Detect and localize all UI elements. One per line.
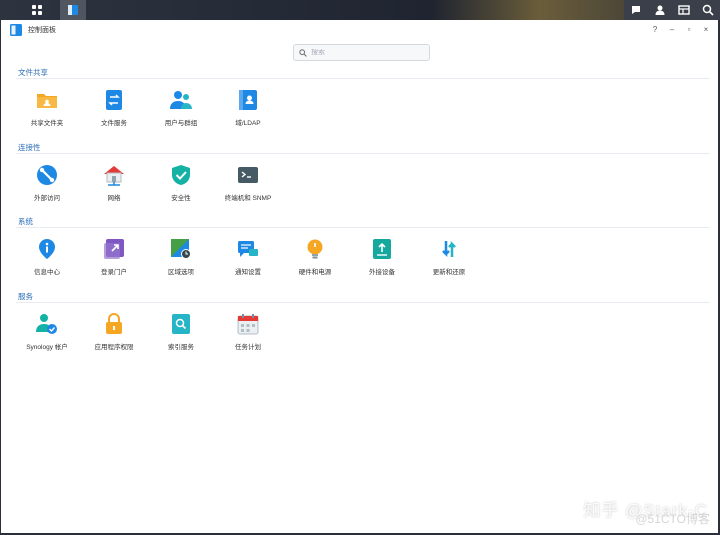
task-scheduler-icon bbox=[237, 313, 259, 335]
synology-account-icon bbox=[36, 313, 58, 335]
window-titlebar[interactable]: 控制面板 ? – ▫ × bbox=[1, 20, 718, 40]
section-title-system: 系统 bbox=[18, 217, 33, 226]
login-portal-icon bbox=[103, 238, 125, 260]
item-external-devices[interactable]: 外接设备 bbox=[350, 238, 414, 276]
item-shared-folder[interactable]: 共享文件夹 bbox=[15, 89, 79, 127]
item-terminal-snmp[interactable]: 终端机和 SNMP bbox=[216, 164, 280, 202]
item-label: 更新和还原 bbox=[432, 269, 466, 276]
indexing-service-icon bbox=[170, 313, 192, 335]
item-update-restore[interactable]: 更新和还原 bbox=[417, 238, 481, 276]
terminal-icon bbox=[237, 164, 259, 186]
item-domain-ldap[interactable]: 域/LDAP bbox=[216, 89, 280, 127]
window-title: 控制面板 bbox=[28, 27, 56, 34]
item-regional-options[interactable]: 区域选项 bbox=[149, 238, 213, 276]
item-login-portal[interactable]: 登录门户 bbox=[82, 238, 146, 276]
item-label: 安全性 bbox=[171, 195, 191, 202]
minimize-button[interactable]: – bbox=[668, 24, 676, 36]
item-label: 外部访问 bbox=[34, 195, 60, 202]
external-devices-icon bbox=[371, 238, 393, 260]
item-label: 外接设备 bbox=[369, 269, 395, 276]
regional-options-icon bbox=[170, 238, 192, 260]
item-label: 共享文件夹 bbox=[30, 120, 64, 127]
search-input[interactable] bbox=[311, 49, 421, 56]
update-restore-icon bbox=[438, 238, 460, 260]
domain-ldap-icon bbox=[237, 89, 259, 111]
item-label: 用户与群组 bbox=[164, 120, 198, 127]
item-synology-account[interactable]: Synology 帐户 bbox=[15, 313, 79, 351]
search-icon bbox=[299, 48, 307, 57]
item-indexing-service[interactable]: 索引服务 bbox=[149, 313, 213, 351]
notification-icon bbox=[237, 238, 259, 260]
chat-icon[interactable] bbox=[629, 3, 643, 17]
item-label: 通知设置 bbox=[235, 269, 261, 276]
user-group-icon bbox=[170, 89, 192, 111]
shared-folder-icon bbox=[36, 89, 58, 111]
item-label: 信息中心 bbox=[34, 269, 60, 276]
taskbar bbox=[0, 0, 720, 20]
item-label: 应用程序权限 bbox=[94, 344, 134, 351]
main-menu-button[interactable] bbox=[24, 0, 50, 20]
item-hardware-power[interactable]: 硬件和电源 bbox=[283, 238, 347, 276]
divider bbox=[16, 78, 710, 79]
item-label: 任务计划 bbox=[235, 344, 261, 351]
divider bbox=[16, 227, 710, 228]
restore-button[interactable]: ▫ bbox=[685, 24, 693, 36]
search-icon[interactable] bbox=[701, 3, 715, 17]
divider bbox=[16, 153, 710, 154]
file-services-icon bbox=[103, 89, 125, 111]
grid-icon bbox=[32, 5, 42, 15]
item-label: 登录门户 bbox=[101, 269, 127, 276]
item-file-services[interactable]: 文件服务 bbox=[82, 89, 146, 127]
help-button[interactable]: ? bbox=[651, 24, 659, 36]
item-external-access[interactable]: 外部访问 bbox=[15, 164, 79, 202]
item-label: Synology 帐户 bbox=[26, 344, 68, 351]
info-center-icon bbox=[36, 238, 58, 260]
search-box[interactable] bbox=[293, 44, 430, 61]
control-panel-icon bbox=[10, 24, 22, 36]
item-label: 硬件和电源 bbox=[298, 269, 332, 276]
section-title-services: 服务 bbox=[18, 292, 33, 301]
item-label: 文件服务 bbox=[101, 120, 127, 127]
item-notification[interactable]: 通知设置 bbox=[216, 238, 280, 276]
divider bbox=[16, 302, 710, 303]
taskbar-tray bbox=[624, 0, 720, 20]
item-label: 终端机和 SNMP bbox=[224, 195, 272, 202]
taskbar-control-panel-button[interactable] bbox=[60, 0, 86, 20]
watermark-sub: @51CTO博客 bbox=[635, 512, 710, 526]
item-app-privileges[interactable]: 应用程序权限 bbox=[82, 313, 146, 351]
external-access-icon bbox=[36, 164, 58, 186]
widgets-icon[interactable] bbox=[677, 3, 691, 17]
app-privileges-icon bbox=[103, 313, 125, 335]
close-button[interactable]: × bbox=[702, 24, 710, 36]
control-panel-icon bbox=[68, 5, 78, 15]
item-label: 区域选项 bbox=[168, 269, 194, 276]
section-title-connectivity: 连接性 bbox=[18, 143, 41, 152]
network-icon bbox=[103, 164, 125, 186]
user-icon[interactable] bbox=[653, 3, 667, 17]
hardware-power-icon bbox=[304, 238, 326, 260]
security-shield-icon bbox=[170, 164, 192, 186]
item-label: 网络 bbox=[107, 195, 121, 202]
item-security[interactable]: 安全性 bbox=[149, 164, 213, 202]
item-network[interactable]: 网络 bbox=[82, 164, 146, 202]
control-panel-window: 控制面板 ? – ▫ × 文件共享 共享文件夹 文件服务 用户与群组 域/LDA… bbox=[1, 20, 718, 533]
item-info-center[interactable]: 信息中心 bbox=[15, 238, 79, 276]
item-label: 索引服务 bbox=[168, 344, 194, 351]
section-title-file-sharing: 文件共享 bbox=[18, 68, 48, 77]
item-user-group[interactable]: 用户与群组 bbox=[149, 89, 213, 127]
item-task-scheduler[interactable]: 任务计划 bbox=[216, 313, 280, 351]
item-label: 域/LDAP bbox=[235, 120, 261, 127]
